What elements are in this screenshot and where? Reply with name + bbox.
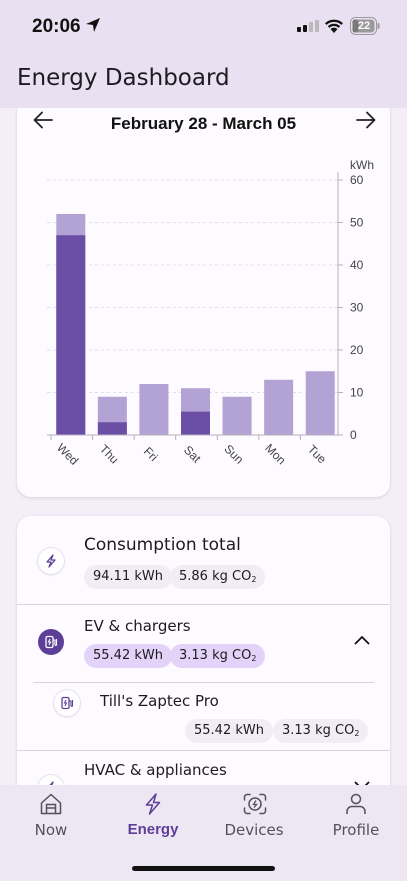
bar-partial bbox=[181, 411, 210, 435]
nav-now[interactable]: Now bbox=[6, 785, 96, 845]
zaptec-charger-title[interactable]: Till's Zaptec Pro bbox=[100, 692, 219, 710]
x-tick-label: Sun bbox=[221, 442, 246, 467]
consumption-total-co2: 5.86 kg CO2 bbox=[170, 565, 266, 589]
bar-partial bbox=[56, 235, 86, 435]
bar-total bbox=[222, 396, 252, 435]
nav-devices-label: Devices bbox=[224, 821, 284, 839]
nav-now-label: Now bbox=[34, 821, 68, 839]
ev-collapse-button[interactable] bbox=[350, 628, 374, 652]
ev-charger-icon bbox=[38, 629, 64, 655]
y-tick-label: 50 bbox=[350, 216, 364, 230]
consumption-total-title: Consumption total bbox=[84, 535, 241, 555]
energy-bar-chart: 0 10 20 30 40 50 60kWh Wed Thu Fri Sat Sun Mon Tue bbox=[47, 158, 374, 468]
y-tick-label: 10 bbox=[350, 386, 364, 400]
location-arrow-icon bbox=[86, 18, 100, 32]
consumption-total-icon bbox=[38, 548, 64, 574]
nav-profile-label: Profile bbox=[332, 821, 380, 839]
y-tick-label: 30 bbox=[350, 301, 364, 315]
bar-total bbox=[139, 384, 169, 435]
hvac-expand-button[interactable] bbox=[350, 774, 374, 785]
x-tick-label: Fri bbox=[141, 444, 161, 464]
divider bbox=[17, 750, 390, 751]
y-tick-label: 20 bbox=[350, 343, 364, 357]
nav-energy-label: Energy bbox=[127, 821, 179, 838]
status-time: 20:06 bbox=[32, 16, 81, 37]
lightning-icon bbox=[145, 793, 161, 815]
scroll-content[interactable]: February 28 - March 05 0 10 20 30 40 50 60 kWh W… bbox=[0, 108, 407, 785]
page-title: Energy Dashboard bbox=[17, 65, 230, 91]
zaptec-charger-icon bbox=[54, 690, 80, 716]
y-tick-label: 0 bbox=[350, 428, 357, 442]
status-bar: 20:06 22 bbox=[0, 0, 407, 54]
battery-level: 22 bbox=[357, 20, 371, 32]
nav-energy[interactable]: Energy bbox=[108, 785, 198, 845]
consumption-card: Consumption total 94.11 kWh 5.86 kg CO2 … bbox=[17, 516, 390, 785]
energy-chart-card: February 28 - March 05 0 10 20 30 40 50 60 kWh W… bbox=[17, 108, 390, 497]
app-header: Energy Dashboard bbox=[0, 54, 407, 108]
x-tick-label: Tue bbox=[305, 442, 329, 466]
ev-chargers-title: EV & chargers bbox=[84, 617, 191, 635]
bar-total bbox=[264, 379, 294, 435]
x-tick-label: Sat bbox=[181, 443, 204, 466]
nav-devices[interactable]: Devices bbox=[209, 785, 299, 845]
person-icon bbox=[346, 793, 366, 814]
ev-chargers-co2: 3.13 kg CO2 bbox=[170, 644, 266, 668]
nav-profile[interactable]: Profile bbox=[311, 785, 401, 845]
wifi-icon bbox=[325, 19, 343, 33]
y-tick-label: 40 bbox=[350, 258, 364, 272]
cellular-signal-icon bbox=[297, 20, 319, 32]
hvac-icon bbox=[38, 775, 64, 785]
consumption-total-energy: 94.11 kWh bbox=[84, 565, 172, 589]
y-tick-label: 60 bbox=[350, 173, 364, 187]
x-tick-label: Thu bbox=[97, 442, 122, 467]
bar-partial bbox=[97, 422, 127, 435]
x-tick-label: Wed bbox=[54, 441, 81, 468]
hvac-title: HVAC & appliances bbox=[84, 761, 227, 779]
divider bbox=[33, 682, 374, 683]
ev-chargers-energy: 55.42 kWh bbox=[84, 644, 172, 668]
zaptec-charger-energy: 55.42 kWh bbox=[185, 719, 273, 743]
home-icon bbox=[40, 793, 62, 815]
zaptec-charger-co2: 3.13 kg CO2 bbox=[273, 719, 369, 743]
devices-icon bbox=[243, 793, 267, 815]
y-axis-label: kWh bbox=[350, 158, 374, 172]
bar-total bbox=[305, 371, 335, 435]
divider bbox=[17, 604, 390, 605]
home-indicator bbox=[132, 866, 275, 871]
x-tick-label: Mon bbox=[262, 441, 288, 467]
chevron-up-icon bbox=[354, 636, 370, 645]
